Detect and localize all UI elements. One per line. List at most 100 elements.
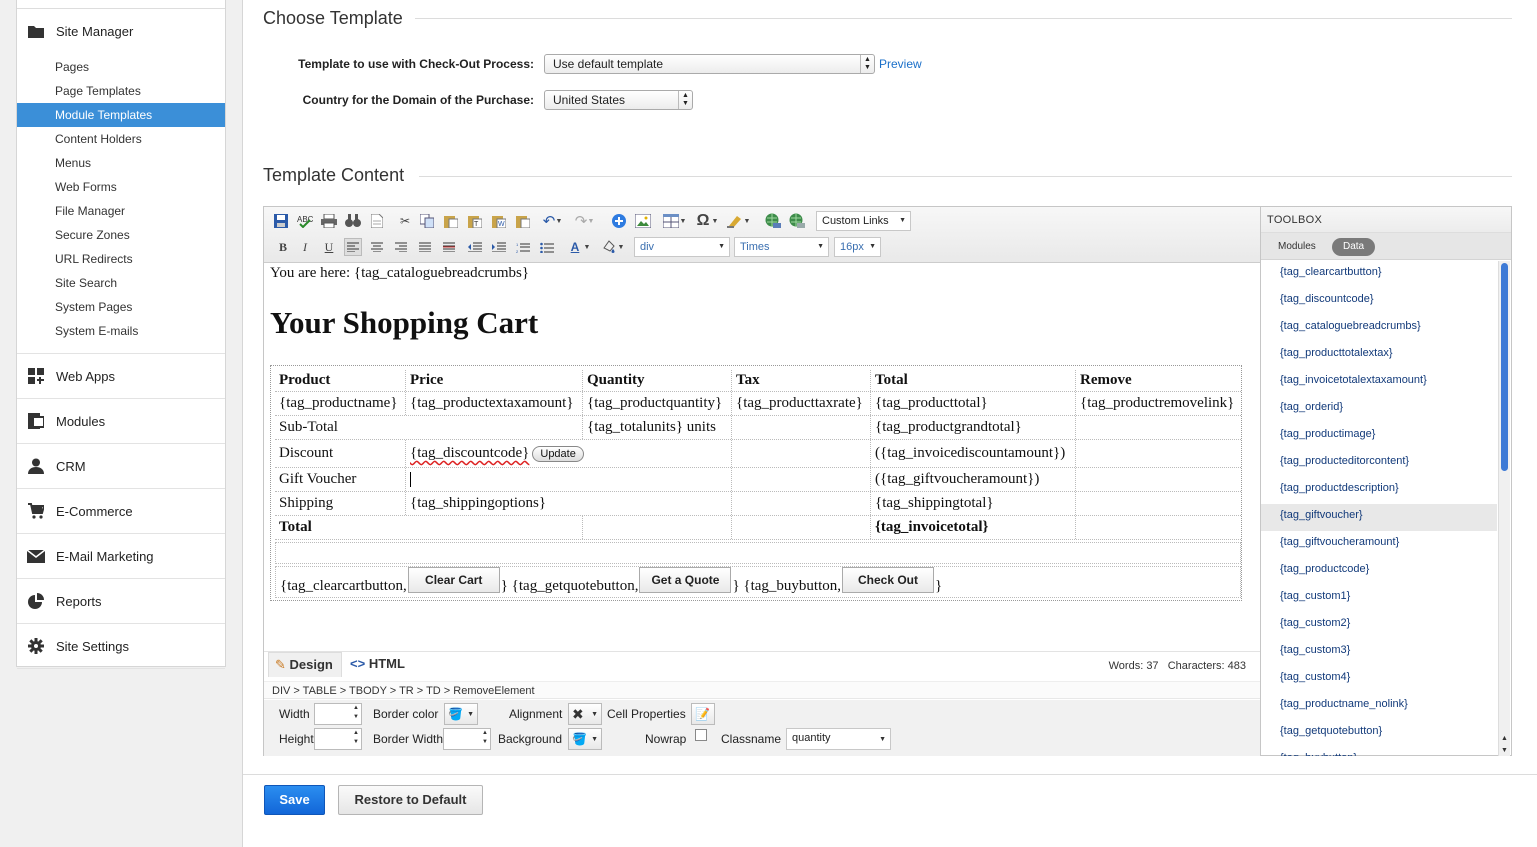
paste-word-icon[interactable]: W <box>490 212 508 230</box>
chevron-down-icon[interactable]: ▼ <box>710 212 720 230</box>
list-item[interactable]: {tag_productdescription} <box>1261 477 1497 504</box>
list-item[interactable]: {tag_custom4} <box>1261 666 1497 693</box>
chevron-down-icon[interactable]: ▼ <box>616 238 626 256</box>
strikethrough-icon[interactable] <box>440 238 458 256</box>
numbered-list-icon[interactable]: 12 <box>514 238 532 256</box>
sidebar-item-url-redirects[interactable]: URL Redirects <box>17 247 225 271</box>
list-item[interactable]: {tag_getquotebutton} <box>1261 720 1497 747</box>
width-input[interactable]: ▲ ▼ <box>314 703 362 725</box>
template-select[interactable]: Use default template ▲ ▼ <box>544 54 875 74</box>
list-item[interactable]: {tag_cataloguebreadcrumbs} <box>1261 315 1497 342</box>
chevron-down-icon[interactable]: ▼ <box>678 212 688 230</box>
border-color-picker[interactable]: 🪣 ▼ <box>444 703 478 725</box>
tab-html[interactable]: <> HTML <box>344 652 418 677</box>
editor-content-area[interactable]: You are here: {tag_cataloguebreadcrumbs}… <box>270 265 1250 645</box>
list-item[interactable]: {tag_custom2} <box>1261 612 1497 639</box>
preview-link[interactable]: Preview <box>879 57 922 71</box>
cell-properties-button[interactable]: 📝 <box>691 703 715 725</box>
sidebar-item-system-emails[interactable]: System E-mails <box>17 319 225 343</box>
align-left-icon[interactable] <box>344 238 362 256</box>
copy-icon[interactable] <box>418 212 436 230</box>
sidebar-item-content-holders[interactable]: Content Holders <box>17 127 225 151</box>
sidebar-item-secure-zones[interactable]: Secure Zones <box>17 223 225 247</box>
border-width-input[interactable]: ▲ ▼ <box>443 728 491 750</box>
cut-icon[interactable]: ✂ <box>396 212 414 230</box>
tab-design[interactable]: ✎ Design <box>268 652 342 677</box>
scroll-down-icon[interactable]: ▼ <box>1501 747 1508 754</box>
update-button[interactable]: Update <box>532 445 584 462</box>
list-item[interactable]: {tag_productcode} <box>1261 558 1497 585</box>
nowrap-checkbox[interactable] <box>695 729 707 741</box>
sidebar-item-site-search[interactable]: Site Search <box>17 271 225 295</box>
sidebar-item-menus[interactable]: Menus <box>17 151 225 175</box>
list-item[interactable]: {tag_producteditorcontent} <box>1261 450 1497 477</box>
scrollbar-thumb[interactable] <box>1501 263 1508 471</box>
sidebar-item-module-templates[interactable]: Module Templates <box>17 103 225 127</box>
print-icon[interactable] <box>320 212 338 230</box>
list-item[interactable]: {tag_producttotalextax} <box>1261 342 1497 369</box>
outdent-icon[interactable] <box>466 238 484 256</box>
new-document-icon[interactable] <box>368 212 386 230</box>
insert-link-icon[interactable] <box>610 212 628 230</box>
sidebar-section-reports[interactable]: Reports <box>17 579 225 624</box>
list-item[interactable]: {tag_custom3} <box>1261 639 1497 666</box>
sidebar-item-pages[interactable]: Pages <box>17 55 225 79</box>
sidebar-item-web-forms[interactable]: Web Forms <box>17 175 225 199</box>
alignment-picker[interactable]: ✖ ▼ <box>568 703 602 725</box>
list-item[interactable]: {tag_productname_nolink} <box>1261 693 1497 720</box>
indent-icon[interactable] <box>490 238 508 256</box>
paste-clean-icon[interactable] <box>514 212 532 230</box>
get-quote-button[interactable]: Get a Quote <box>639 567 732 593</box>
paste-icon[interactable] <box>442 212 460 230</box>
restore-default-button[interactable]: Restore to Default <box>338 785 483 815</box>
list-item[interactable]: {tag_buybutton} <box>1261 747 1497 756</box>
list-item[interactable]: {tag_clearcartbutton} <box>1261 261 1497 288</box>
align-right-icon[interactable] <box>392 238 410 256</box>
sidebar-section-email-marketing[interactable]: E-Mail Marketing <box>17 534 225 579</box>
italic-icon[interactable]: I <box>296 238 314 256</box>
background-picker[interactable]: 🪣 ▼ <box>568 728 602 750</box>
list-item[interactable]: {tag_orderid} <box>1261 396 1497 423</box>
globe-unlink-icon[interactable] <box>788 212 806 230</box>
chevron-down-icon[interactable]: ▼ <box>586 212 596 230</box>
height-input[interactable]: ▲ ▼ <box>314 728 362 750</box>
chevron-down-icon[interactable]: ▼ <box>554 212 564 230</box>
list-item[interactable]: {tag_discountcode} <box>1261 288 1497 315</box>
save-button[interactable]: Save <box>264 785 325 815</box>
spellcheck-icon[interactable]: ABC <box>296 212 314 230</box>
find-icon[interactable] <box>344 212 362 230</box>
sidebar-section-site-manager[interactable]: Site Manager <box>17 9 225 53</box>
clear-cart-button[interactable]: Clear Cart <box>407 567 500 593</box>
tab-modules[interactable]: Modules <box>1267 238 1327 256</box>
sidebar-section-site-settings[interactable]: Site Settings <box>17 624 225 669</box>
country-select[interactable]: United States ▲ ▼ <box>544 90 693 110</box>
list-item[interactable]: {tag_invoicetotalextaxamount} <box>1261 369 1497 396</box>
chevron-down-icon[interactable]: ▼ <box>742 212 752 230</box>
align-justify-icon[interactable] <box>416 238 434 256</box>
insert-image-icon[interactable] <box>634 212 652 230</box>
list-item[interactable]: {tag_giftvoucher} <box>1261 504 1497 531</box>
sidebar-section-crm[interactable]: CRM <box>17 444 225 489</box>
block-format-select[interactable]: div ▼ <box>634 237 730 257</box>
cart-table[interactable]: Product Price Quantity Tax Total Remove … <box>270 365 1242 601</box>
sidebar-section-ecommerce[interactable]: E-Commerce <box>17 489 225 534</box>
sidebar-item-page-templates[interactable]: Page Templates <box>17 79 225 103</box>
bullet-list-icon[interactable] <box>538 238 556 256</box>
paste-text-icon[interactable]: T <box>466 212 484 230</box>
sidebar-section-web-apps[interactable]: Web Apps <box>17 354 225 399</box>
bold-icon[interactable]: B <box>274 238 292 256</box>
font-size-select[interactable]: 16px ▼ <box>834 237 881 257</box>
sidebar-item-file-manager[interactable]: File Manager <box>17 199 225 223</box>
save-icon[interactable] <box>272 212 290 230</box>
list-item[interactable]: {tag_productimage} <box>1261 423 1497 450</box>
list-item[interactable]: {tag_custom1} <box>1261 585 1497 612</box>
check-out-button[interactable]: Check Out <box>842 567 935 593</box>
tab-data[interactable]: Data <box>1332 238 1376 256</box>
toolbox-scrollbar[interactable]: ▲ ▼ <box>1498 261 1510 756</box>
scroll-up-icon[interactable]: ▲ <box>1501 735 1508 742</box>
sidebar-section-modules[interactable]: Modules <box>17 399 225 444</box>
align-center-icon[interactable] <box>368 238 386 256</box>
list-item[interactable]: {tag_giftvoucheramount} <box>1261 531 1497 558</box>
font-family-select[interactable]: Times ▼ <box>734 237 829 257</box>
sidebar-item-system-pages[interactable]: System Pages <box>17 295 225 319</box>
